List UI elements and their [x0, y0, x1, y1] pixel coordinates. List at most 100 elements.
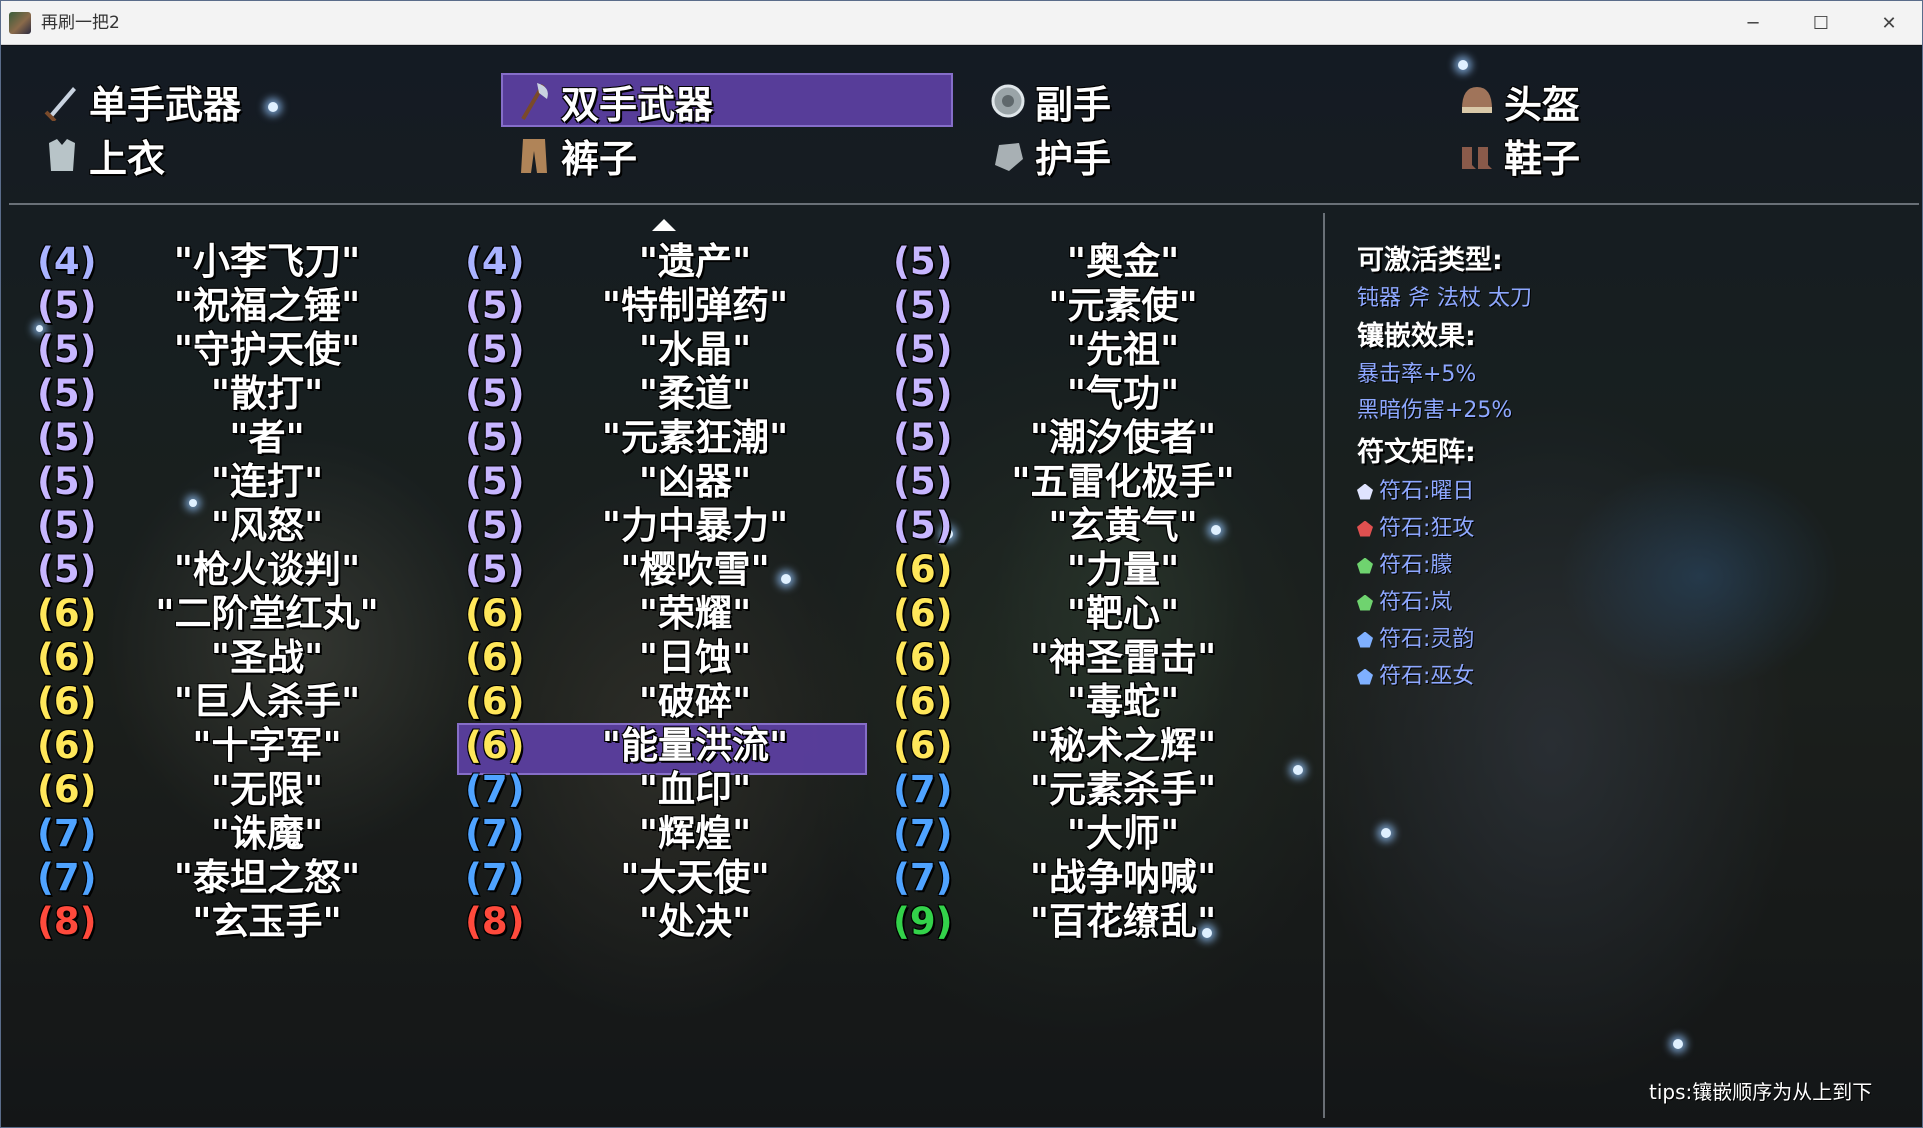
rune-word-item[interactable]: (8) "处决"	[465, 897, 885, 947]
rune-word-name: "小李飞刀"	[173, 240, 361, 283]
rune-word-item[interactable]: (5) "樱吹雪"	[465, 545, 885, 595]
rune-word-item[interactable]: (5) "先祖"	[893, 325, 1313, 375]
rune-word-name: "连打"	[210, 460, 324, 503]
minimize-button[interactable]: ─	[1723, 1, 1783, 45]
rune-word-item[interactable]: (7) "诛魔"	[37, 809, 457, 859]
rune-word-item[interactable]: (6) "能量洪流"	[465, 721, 885, 771]
level-label: (6)	[893, 636, 953, 679]
category-boots[interactable]: 鞋子	[1458, 129, 1580, 181]
level-label: (8)	[465, 900, 525, 943]
category-label: 双手武器	[561, 82, 714, 127]
rune-word-item[interactable]: (5) "特制弹药"	[465, 281, 885, 331]
title-bar[interactable]: 再刷一把2 ─ ☐ ✕	[1, 1, 1922, 45]
rune-word-item[interactable]: (5) "五雷化极手"	[893, 457, 1313, 507]
rune-word-name: "处决"	[638, 900, 752, 943]
level-label: (5)	[465, 372, 525, 415]
rune-word-item[interactable]: (5) "者"	[37, 413, 457, 463]
rune-word-item[interactable]: (5) "凶器"	[465, 457, 885, 507]
rune-word-item[interactable]: (7) "大天使"	[465, 853, 885, 903]
info-panel: 可激活类型: 钝器 斧 法杖 太刀 镶嵌效果: 暴击率+5% 黑暗伤害+25% …	[1357, 241, 1897, 695]
rune-word-item[interactable]: (7) "血印"	[465, 765, 885, 815]
rune-word-item[interactable]: (6) "破碎"	[465, 677, 885, 727]
rune-word-item[interactable]: (6) "毒蛇"	[893, 677, 1313, 727]
level-label: (6)	[37, 768, 97, 811]
rune-word-item[interactable]: (6) "十字军"	[37, 721, 457, 771]
rune-word-item[interactable]: (6) "靶心"	[893, 589, 1313, 639]
rune-word-item[interactable]: (5) "元素使"	[893, 281, 1313, 331]
level-label: (5)	[893, 460, 953, 503]
rune-word-name: "能量洪流"	[601, 724, 789, 767]
rune-word-item[interactable]: (5) "水晶"	[465, 325, 885, 375]
rune-word-item[interactable]: (7) "战争呐喊"	[893, 853, 1313, 903]
rune-word-item[interactable]: (6) "无限"	[37, 765, 457, 815]
helmet-icon	[1458, 81, 1496, 121]
rune-word-item[interactable]: (6) "荣耀"	[465, 589, 885, 639]
scroll-up-icon[interactable]	[652, 219, 676, 231]
rune-word-item[interactable]: (5) "元素狂潮"	[465, 413, 885, 463]
rune-word-item[interactable]: (5) "玄黄气"	[893, 501, 1313, 551]
category-label: 裤子	[561, 136, 638, 181]
level-label: (5)	[465, 504, 525, 547]
close-button[interactable]: ✕	[1859, 1, 1919, 45]
rune-word-item[interactable]: (8) "玄玉手"	[37, 897, 457, 947]
rune-word-item[interactable]: (5) "柔道"	[465, 369, 885, 419]
sparkle	[1381, 828, 1391, 838]
category-helmet[interactable]: 头盔	[1458, 75, 1580, 127]
rune-word-item[interactable]: (7) "辉煌"	[465, 809, 885, 859]
rune-word-name: "破碎"	[638, 680, 752, 723]
effect-item: 黑暗伤害+25%	[1357, 398, 1513, 423]
rune-stone-icon	[1357, 483, 1373, 500]
rune-word-item[interactable]: (6) "二阶堂红丸"	[37, 589, 457, 639]
rune-word-item[interactable]: (5) "祝福之锤"	[37, 281, 457, 331]
level-label: (5)	[893, 328, 953, 371]
rune-word-item[interactable]: (5) "风怒"	[37, 501, 457, 551]
level-label: (6)	[893, 680, 953, 723]
rune-word-item[interactable]: (4) "小李飞刀"	[37, 237, 457, 287]
category-one-hand-weapon[interactable]: 单手武器	[43, 75, 241, 127]
level-label: (5)	[465, 548, 525, 591]
rune-word-item[interactable]: (7) "泰坦之怒"	[37, 853, 457, 903]
category-two-hand-weapon[interactable]: 双手武器	[515, 75, 713, 127]
rune-word-name: "水晶"	[638, 328, 752, 371]
rune-word-name: "柔道"	[638, 372, 752, 415]
rune-word-item-selected[interactable]: (6) "日蚀"	[465, 633, 885, 683]
rune-word-name: "力中暴力"	[601, 504, 789, 547]
rune-word-item[interactable]: (5) "潮汐使者"	[893, 413, 1313, 463]
rune-word-item[interactable]: (6) "秘术之辉"	[893, 721, 1313, 771]
rune-word-name: "荣耀"	[638, 592, 752, 635]
rune-word-item[interactable]: (5) "守护天使"	[37, 325, 457, 375]
matrix-header: 符文矩阵:	[1357, 437, 1476, 468]
category-gloves[interactable]: 护手	[989, 129, 1111, 181]
rune-word-item[interactable]: (5) "力中暴力"	[465, 501, 885, 551]
pants-icon	[515, 135, 553, 175]
rune-word-item[interactable]: (7) "元素杀手"	[893, 765, 1313, 815]
category-offhand[interactable]: 副手	[989, 75, 1111, 127]
rune-word-item[interactable]: (9) "百花缭乱"	[893, 897, 1313, 947]
rune-word-item[interactable]: (6) "神圣雷击"	[893, 633, 1313, 683]
level-label: (6)	[893, 724, 953, 767]
tips-text: tips:镶嵌顺序为从上到下	[1649, 1080, 1873, 1104]
category-label: 副手	[1035, 82, 1112, 127]
level-label: (7)	[893, 812, 953, 855]
rune-word-item[interactable]: (6) "力量"	[893, 545, 1313, 595]
rune-word-item[interactable]: (5) "连打"	[37, 457, 457, 507]
rune-word-item[interactable]: (5) "气功"	[893, 369, 1313, 419]
rune-word-name: "无限"	[210, 768, 324, 811]
rune-word-item[interactable]: (5) "散打"	[37, 369, 457, 419]
rune-stone-label: 符石:巫女	[1379, 664, 1475, 689]
rune-word-item[interactable]: (6) "圣战"	[37, 633, 457, 683]
rune-word-item[interactable]: (4) "遗产"	[465, 237, 885, 287]
rune-stone-item: 符石:曜日	[1357, 473, 1897, 510]
rune-word-item[interactable]: (5) "奥金"	[893, 237, 1313, 287]
rune-word-name: "散打"	[210, 372, 324, 415]
level-label: (7)	[37, 856, 97, 899]
rune-stone-label: 符石:岚	[1379, 590, 1453, 615]
rune-word-item[interactable]: (7) "大师"	[893, 809, 1313, 859]
rune-word-name: "元素杀手"	[1029, 768, 1217, 811]
category-top[interactable]: 上衣	[43, 129, 165, 181]
rune-word-item[interactable]: (5) "枪火谈判"	[37, 545, 457, 595]
maximize-button[interactable]: ☐	[1791, 1, 1851, 45]
category-pants[interactable]: 裤子	[515, 129, 637, 181]
level-label: (5)	[893, 372, 953, 415]
rune-word-item[interactable]: (6) "巨人杀手"	[37, 677, 457, 727]
